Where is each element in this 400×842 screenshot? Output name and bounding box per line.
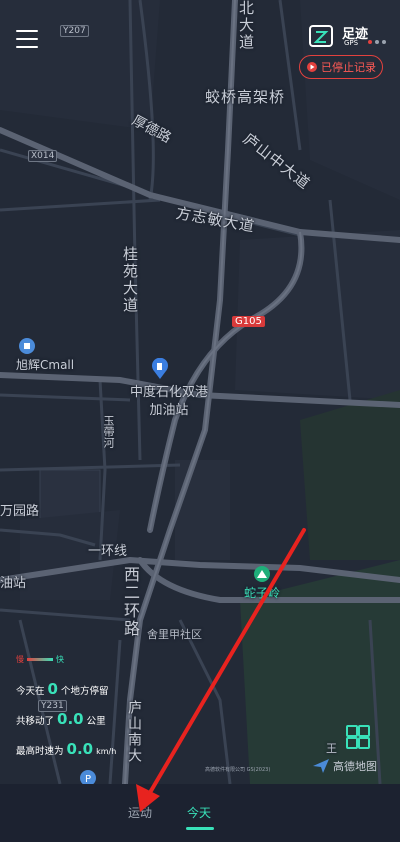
stat-text: 最高时速为 bbox=[16, 746, 64, 757]
stat-text: 共移动了 bbox=[16, 716, 55, 727]
amap-logo: 高德地图 bbox=[312, 758, 377, 774]
stat-unit: 公里 bbox=[86, 716, 106, 727]
gas-station-icon[interactable] bbox=[150, 357, 170, 380]
map-copyright: 高德软件有限公司 GS(2023) bbox=[205, 767, 271, 773]
layers-icon[interactable] bbox=[346, 725, 370, 749]
stat-text: 今天在 bbox=[16, 686, 45, 697]
area-label: 舍里甲社区 bbox=[147, 628, 202, 641]
area-label: 王 bbox=[326, 742, 337, 755]
speed-value: 0.0 bbox=[66, 740, 94, 758]
tab-today[interactable]: 今天 bbox=[187, 804, 211, 821]
road-shield: G105 bbox=[232, 316, 265, 327]
road-shield: Y207 bbox=[60, 25, 89, 37]
stop-stat: 今天在 0 个地方停留 bbox=[16, 680, 108, 698]
road-shield: X014 bbox=[28, 150, 58, 162]
road-label: 北大道 bbox=[237, 0, 255, 51]
road-label: 桂苑大道 bbox=[121, 246, 139, 314]
road-label: 庐山南大 bbox=[126, 700, 142, 764]
logo-subtext: GPS bbox=[344, 39, 359, 47]
menu-icon[interactable] bbox=[16, 30, 38, 48]
poi-label: 旭辉Cmall bbox=[16, 358, 75, 372]
road-label: 西二环路 bbox=[121, 566, 140, 638]
road-label: 蛟桥高架桥 bbox=[205, 88, 286, 106]
record-status-label: 已停止记录 bbox=[321, 61, 376, 74]
distance-stat: 共移动了 0.0 公里 bbox=[16, 710, 106, 728]
speed-stat: 最高时速为 0.0 km/h bbox=[16, 740, 116, 758]
amap-text: 高德地图 bbox=[333, 760, 377, 773]
tab-sport[interactable]: 运动 bbox=[128, 804, 152, 821]
app-logo: 足迹 GPS bbox=[308, 24, 394, 48]
record-icon bbox=[307, 62, 317, 72]
road-label: 一环线 bbox=[88, 544, 128, 559]
bottom-tab-bar: 运动 今天 bbox=[0, 784, 400, 842]
poi-label: 蛇子岭 bbox=[244, 586, 281, 600]
amap-icon bbox=[313, 759, 329, 773]
poi-label: 中度石化双港加油站 bbox=[130, 385, 209, 418]
tab-active-indicator bbox=[186, 827, 214, 830]
map-screen: 北大道 蛟桥高架桥 厚德路 庐山中大道 方志敏大道 桂苑大道 旭辉Cmall 中… bbox=[0, 0, 400, 842]
stop-count: 0 bbox=[47, 680, 58, 698]
stat-text: 个地方停留 bbox=[60, 686, 109, 697]
road-label: 玉帶河 bbox=[102, 415, 115, 448]
distance-value: 0.0 bbox=[57, 710, 84, 728]
logo-icon bbox=[309, 25, 333, 47]
record-status-button[interactable]: 已停止记录 bbox=[299, 55, 383, 79]
mall-icon[interactable] bbox=[19, 338, 35, 354]
speed-legend: 慢 快 bbox=[16, 655, 64, 664]
poi-label: 油站 bbox=[0, 576, 27, 591]
stat-unit: km/h bbox=[96, 747, 117, 756]
legend-fast-label: 快 bbox=[56, 655, 64, 664]
park-icon[interactable] bbox=[254, 566, 270, 582]
road-label: 万园路 bbox=[0, 504, 40, 519]
